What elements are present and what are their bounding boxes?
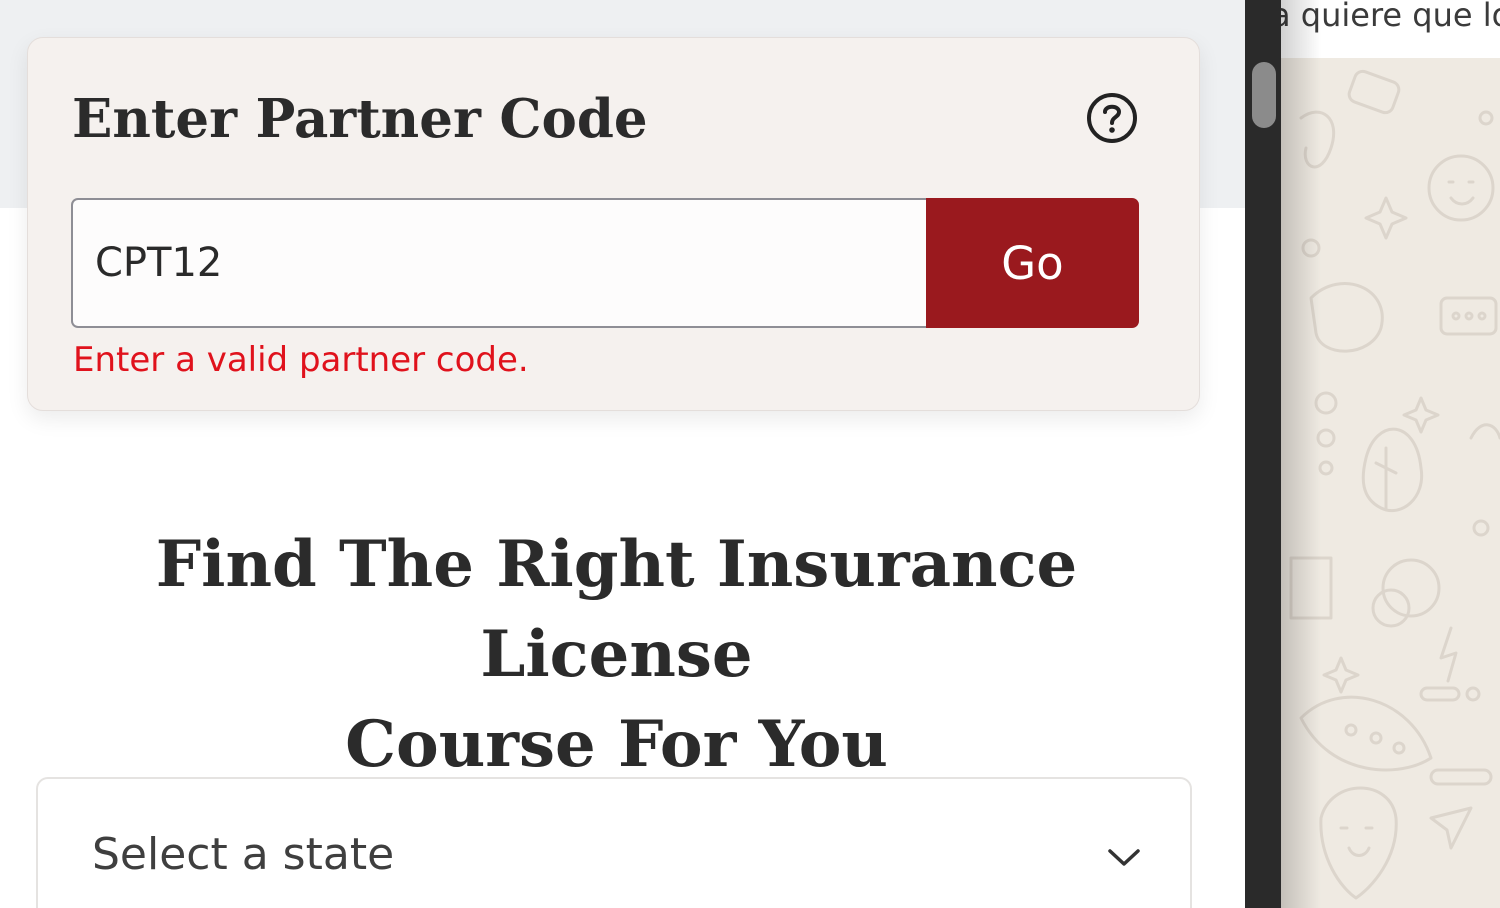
chevron-down-icon [1108, 849, 1140, 866]
partner-code-error: Enter a valid partner code. [73, 340, 529, 380]
partner-code-input[interactable] [71, 198, 927, 328]
browser-page: Enter Partner Code Go Enter a valid part… [0, 0, 1245, 908]
scrollbar-thumb[interactable] [1252, 62, 1276, 128]
go-button[interactable]: Go [926, 198, 1139, 328]
state-select-dropdown[interactable]: Select a state [36, 777, 1192, 908]
chat-window-shadow [1281, 0, 1321, 908]
help-question-icon[interactable] [1086, 92, 1138, 144]
page-headline: Find The Right Insurance License Course … [30, 520, 1203, 790]
state-select-value: Select a state [92, 829, 395, 880]
partner-code-card: Enter Partner Code Go Enter a valid part… [27, 37, 1200, 411]
partner-code-title: Enter Partner Code [72, 88, 648, 150]
window-divider [1245, 0, 1281, 908]
headline-line-2: Course For You [345, 707, 888, 782]
chat-window: a quiere que lo [1281, 0, 1500, 908]
headline-line-1: Find The Right Insurance License [155, 527, 1078, 692]
